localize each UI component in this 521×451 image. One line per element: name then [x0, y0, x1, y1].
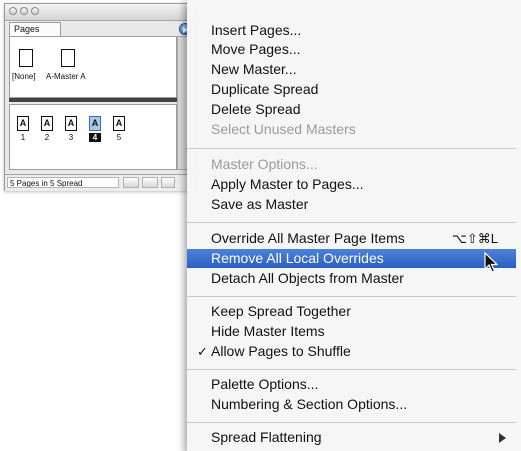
- page-number-3: 3: [68, 133, 74, 142]
- menu-separator: [187, 422, 516, 423]
- menu-item-label: Move Pages...: [211, 41, 301, 57]
- close-window-icon[interactable]: [9, 7, 17, 15]
- menu-item-palette-options[interactable]: Palette Options...: [187, 375, 516, 394]
- menu-item-duplicate-spread[interactable]: Duplicate Spread: [187, 80, 516, 99]
- menu-item-label: Spread Flattening: [211, 429, 322, 445]
- menu-item-label: Apply Master to Pages...: [211, 176, 364, 192]
- delete-page-button[interactable]: [142, 177, 158, 188]
- master-label-a: A-Master A: [46, 72, 86, 81]
- menu-item-label: Remove All Local Overrides: [211, 250, 384, 266]
- palette-bottom-bar: 5 Pages in 5 Spread: [5, 174, 195, 191]
- menu-item-allow-pages-to-shuffle[interactable]: ✓ Allow Pages to Shuffle: [187, 342, 516, 361]
- pages-palette: Pages [None] A-Master A A 1 A 2 A 3 A 4 …: [4, 3, 196, 191]
- menu-item-hide-master-items[interactable]: Hide Master Items: [187, 322, 516, 341]
- menu-separator: [187, 148, 516, 149]
- menu-item-new-master[interactable]: New Master...: [187, 60, 516, 79]
- menu-item-label: Save as Master: [211, 196, 309, 212]
- menu-item-label: Palette Options...: [211, 376, 319, 392]
- menu-item-apply-master-to-pages[interactable]: Apply Master to Pages...: [187, 175, 516, 194]
- page-number-2: 2: [44, 133, 50, 142]
- menu-item-override-all-master-page-items[interactable]: Override All Master Page Items ⌥⇧⌘L: [187, 229, 516, 248]
- page-thumb-1[interactable]: A: [17, 116, 29, 131]
- tab-pages[interactable]: Pages: [9, 22, 61, 36]
- menu-item-label: Select Unused Masters: [211, 121, 356, 137]
- page-thumb-2[interactable]: A: [41, 116, 53, 131]
- page-thumb-5[interactable]: A: [113, 116, 125, 131]
- menu-item-remove-all-local-overrides[interactable]: Remove All Local Overrides: [187, 249, 516, 268]
- page-thumb-3[interactable]: A: [65, 116, 77, 131]
- menu-separator: [187, 296, 516, 297]
- menu-item-label: Override All Master Page Items: [211, 230, 405, 246]
- menu-item-label: Insert Pages...: [211, 22, 302, 38]
- menu-separator: [187, 369, 516, 370]
- page-number-4: 4: [89, 133, 101, 142]
- page-number-1: 1: [20, 133, 26, 142]
- keyboard-shortcut: ⌥⇧⌘L: [451, 231, 498, 246]
- page-number-5: 5: [116, 133, 122, 142]
- menu-item-spread-flattening[interactable]: Spread Flattening: [187, 428, 516, 447]
- menu-item-move-pages[interactable]: Move Pages...: [187, 40, 516, 59]
- menu-item-insert-pages[interactable]: Insert Pages...: [187, 21, 516, 40]
- palette-divider-handle[interactable]: [9, 98, 177, 102]
- mouse-cursor-icon: [484, 252, 498, 273]
- menu-item-select-unused-masters: Select Unused Masters: [187, 120, 516, 139]
- menu-item-label: Delete Spread: [211, 101, 301, 117]
- menu-item-label: Duplicate Spread: [211, 81, 319, 97]
- resize-grip-icon[interactable]: [161, 177, 175, 188]
- menu-item-label: Detach All Objects from Master: [211, 270, 404, 286]
- new-page-button[interactable]: [123, 177, 139, 188]
- menu-item-keep-spread-together[interactable]: Keep Spread Together: [187, 302, 516, 321]
- master-thumb-a[interactable]: [61, 49, 75, 67]
- menu-item-label: Allow Pages to Shuffle: [211, 343, 351, 359]
- zoom-window-icon[interactable]: [31, 7, 39, 15]
- menu-item-detach-all-objects-from-master[interactable]: Detach All Objects from Master: [187, 269, 516, 288]
- menu-item-label: Keep Spread Together: [211, 303, 351, 319]
- menu-item-save-as-master[interactable]: Save as Master: [187, 195, 516, 214]
- menu-item-label: New Master...: [211, 61, 297, 77]
- checkmark-icon: ✓: [197, 344, 208, 359]
- submenu-arrow-icon: [499, 433, 506, 443]
- page-count-status: 5 Pages in 5 Spread: [7, 177, 119, 188]
- palette-titlebar[interactable]: [5, 4, 195, 21]
- pages-palette-menu: Insert Pages... Move Pages... New Master…: [187, 0, 521, 451]
- menu-item-label: Hide Master Items: [211, 323, 325, 339]
- menu-item-master-options: Master Options...: [187, 155, 516, 174]
- document-pages-section: A 1 A 2 A 3 A 4 A 5: [9, 104, 177, 170]
- master-thumb-none[interactable]: [19, 49, 33, 67]
- menu-item-label: Master Options...: [211, 156, 318, 172]
- menu-item-numbering-section-options[interactable]: Numbering & Section Options...: [187, 395, 516, 414]
- page-thumb-4[interactable]: A: [89, 116, 101, 131]
- masters-section: [None] A-Master A: [9, 36, 177, 98]
- menu-item-label: Numbering & Section Options...: [211, 396, 408, 412]
- menu-separator: [187, 222, 516, 223]
- master-label-none: [None]: [12, 72, 36, 81]
- menu-item-delete-spread[interactable]: Delete Spread: [187, 100, 516, 119]
- minimize-window-icon[interactable]: [20, 7, 28, 15]
